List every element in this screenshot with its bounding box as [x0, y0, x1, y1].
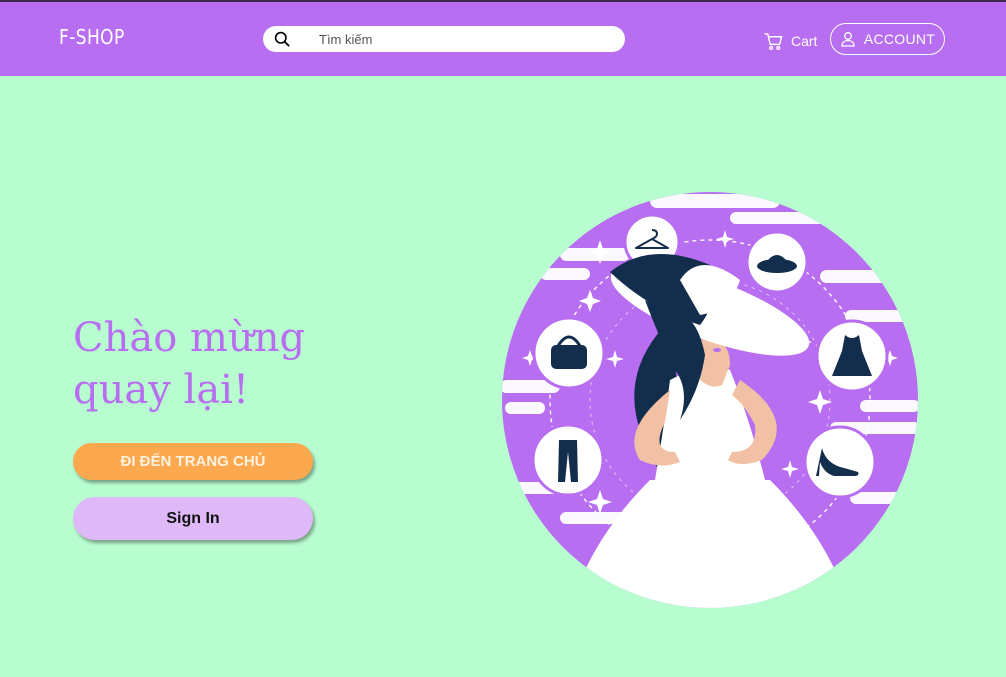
sign-in-button[interactable]: Sign In — [73, 497, 313, 540]
welcome-line-2: quay lại! — [73, 367, 250, 413]
welcome-heading: Chào mừng quay lại! — [73, 312, 393, 416]
cart-link[interactable]: Cart — [764, 30, 817, 52]
fashion-illustration — [502, 192, 918, 608]
hat-icon — [745, 230, 809, 294]
account-button[interactable]: ACCOUNT — [830, 23, 945, 55]
cart-icon — [764, 32, 783, 50]
handbag-icon — [532, 316, 606, 390]
pants-icon — [531, 423, 605, 497]
search-bar[interactable] — [263, 26, 625, 52]
account-label: ACCOUNT — [863, 31, 936, 47]
logo[interactable]: F-SHOP — [59, 25, 125, 49]
go-home-button[interactable]: ĐI ĐẾN TRANG CHỦ — [73, 443, 313, 480]
dress-icon — [815, 319, 889, 393]
welcome-line-1: Chào mừng — [73, 315, 306, 361]
cart-label: Cart — [791, 33, 818, 49]
search-input[interactable] — [319, 28, 609, 50]
high-heel-icon — [803, 425, 877, 499]
search-icon[interactable] — [274, 31, 290, 47]
user-icon — [841, 32, 855, 47]
top-navbar: F-SHOP Cart ACCOUNT — [0, 2, 1006, 76]
